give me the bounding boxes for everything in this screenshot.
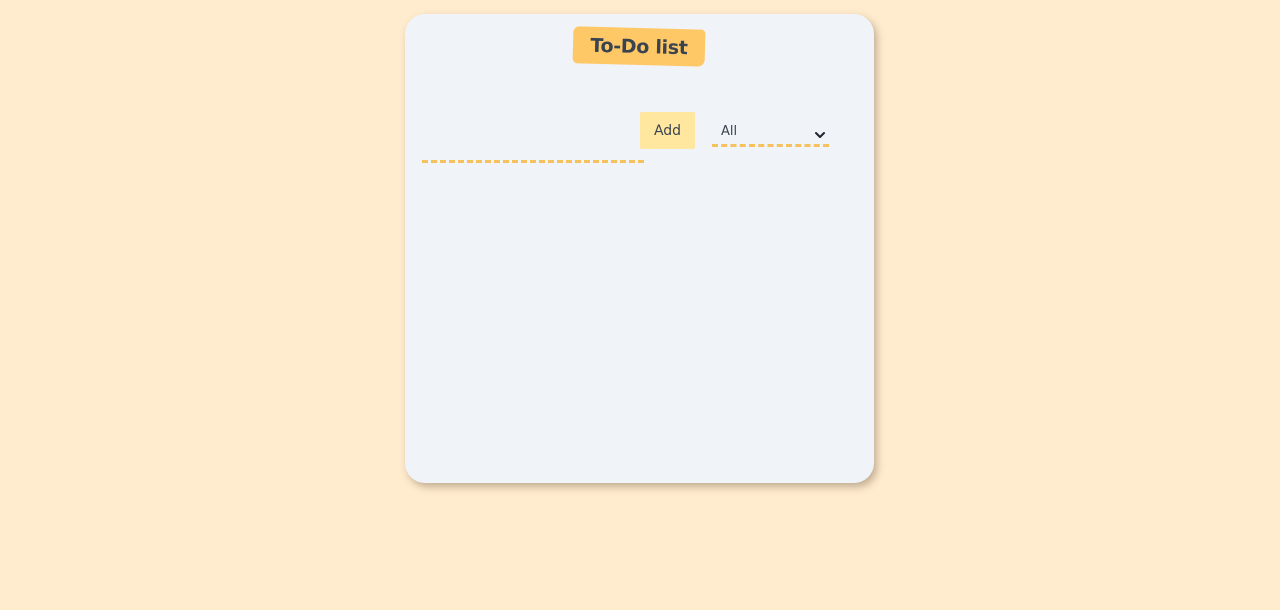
task-input[interactable] xyxy=(422,126,644,163)
todo-card: To-Do list Add All xyxy=(405,14,874,483)
chevron-down-icon[interactable] xyxy=(815,125,825,138)
page-title: To-Do list xyxy=(572,26,706,67)
add-button[interactable]: Add xyxy=(640,112,695,149)
todo-list xyxy=(422,184,857,464)
filter-select[interactable]: All xyxy=(712,118,829,144)
filter-selected-value: All xyxy=(721,123,738,139)
filter-dropdown[interactable]: All xyxy=(712,118,829,147)
